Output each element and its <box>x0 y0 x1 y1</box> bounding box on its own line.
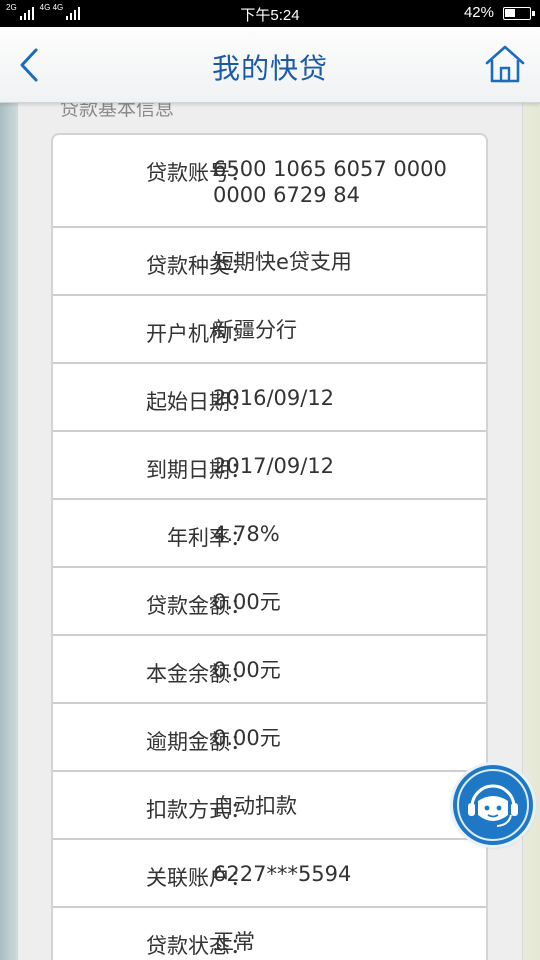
info-row-account: 贷款账号： 6500 1065 6057 0000 0000 6729 84 <box>53 135 486 228</box>
info-row-loan-amount: 贷款金额： 0.00元 <box>53 568 486 636</box>
info-value: 新疆分行 <box>213 318 297 342</box>
info-value: 6500 1065 6057 0000 0000 6729 84 <box>213 157 447 207</box>
section-title: 贷款基本信息 <box>60 101 175 120</box>
loan-info-table: 贷款账号： 6500 1065 6057 0000 0000 6729 84 贷… <box>51 133 488 960</box>
info-value: 2016/09/12 <box>213 386 335 410</box>
info-value: 正常 <box>213 930 255 954</box>
customer-service-button[interactable] <box>453 765 533 845</box>
battery-percent: 42% <box>463 4 494 21</box>
info-row-linked-account: 关联账户： 6227***5594 <box>53 840 486 908</box>
info-row-loan-status: 贷款状态： 正常 <box>53 908 486 960</box>
info-value: 0.00元 <box>213 658 281 682</box>
info-value: 4.78% <box>213 522 280 546</box>
home-button[interactable] <box>484 44 526 84</box>
page-title: 我的快贷 <box>211 52 328 85</box>
home-icon <box>485 45 525 83</box>
info-row-repayment-method: 扣款方式： 自动扣款 <box>53 772 486 840</box>
customer-service-icon <box>457 769 529 841</box>
info-row-overdue-amount: 逾期金额： 0.00元 <box>53 704 486 772</box>
info-row-annual-rate: 年利率： 4.78% <box>53 500 486 568</box>
info-value: 2017/09/12 <box>213 454 335 478</box>
info-row-loan-type: 贷款种类： 短期快e贷支用 <box>53 228 486 296</box>
info-value: 短期快e贷支用 <box>213 250 352 274</box>
info-row-branch: 开户机构： 新疆分行 <box>53 296 486 364</box>
info-row-start-date: 起始日期： 2016/09/12 <box>53 364 486 432</box>
battery-icon <box>503 7 535 20</box>
nav-header: 我的快贷 <box>0 27 540 103</box>
info-row-end-date: 到期日期： 2017/09/12 <box>53 432 486 500</box>
status-bar: 2G 4G 4G 下午5:24 42% <box>0 0 540 27</box>
info-value: 6227***5594 <box>213 862 352 886</box>
status-time: 下午5:24 <box>240 7 300 24</box>
info-value: 0.00元 <box>213 726 281 750</box>
info-row-principal-balance: 本金余额： 0.00元 <box>53 636 486 704</box>
info-value: 自动扣款 <box>213 794 297 818</box>
info-value: 0.00元 <box>213 590 281 614</box>
